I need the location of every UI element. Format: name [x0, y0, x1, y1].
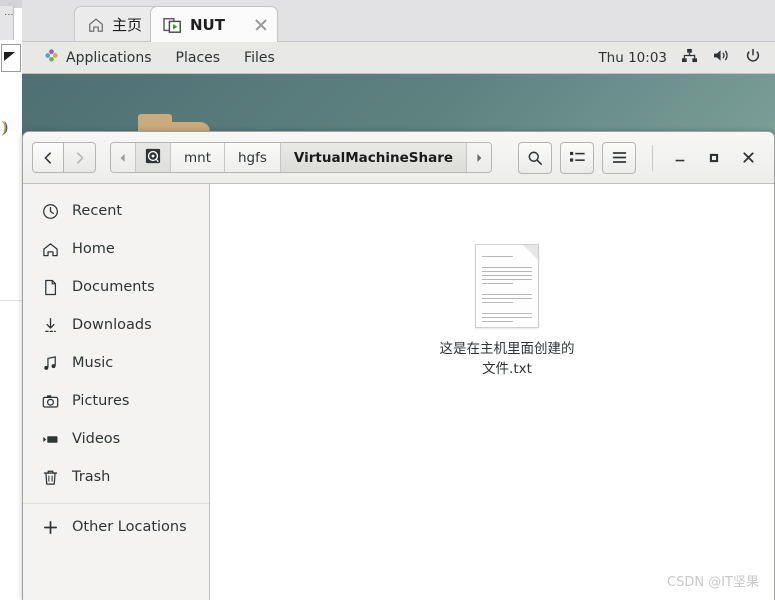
panel-clock[interactable]: Thu 10:03 — [598, 50, 667, 66]
triangle-right-icon — [477, 153, 482, 162]
trash-icon — [41, 468, 59, 486]
background-window-sliver[interactable]: ⋮ ) ) — [0, 0, 22, 600]
file-item[interactable]: 这是在主机里面创建的文件.txt — [437, 244, 577, 379]
panel-menu-places[interactable]: Places — [164, 47, 233, 69]
breadcrumb: mnt hgfs VirtualMachineShare — [110, 142, 493, 173]
sliver-dots-icon: ⋮ — [3, 10, 13, 19]
video-icon — [41, 430, 59, 448]
watermark: CSDN @IT坚果 — [667, 575, 759, 590]
search-icon — [528, 151, 543, 165]
panel-menu-places-label: Places — [175, 49, 221, 66]
panel-menu-applications-label: Applications — [66, 49, 152, 66]
sidebar-item-other-locations-label: Other Locations — [72, 519, 187, 535]
gnome-top-panel: Applications Places Files Thu 10:03 — [22, 42, 775, 74]
navigation-buttons — [32, 142, 96, 173]
hamburger-menu-icon — [612, 152, 626, 163]
browser-tab-strip: 主页 NUT — [22, 0, 775, 42]
close-icon — [742, 152, 754, 163]
breadcrumb-item-hgfs[interactable]: hgfs — [225, 143, 281, 172]
browser-tab-nut-label: NUT — [190, 15, 225, 34]
sidebar-item-recent-label: Recent — [72, 203, 123, 219]
sidebar: Recent Home Documents Downloads Music Pi… — [23, 184, 210, 600]
close-button[interactable] — [731, 142, 765, 174]
screen: ⋮ ) ) 主页 NUT Applications Places Files T… — [0, 0, 775, 600]
download-icon — [41, 316, 59, 334]
chevron-left-icon — [44, 151, 51, 164]
sliver-cursor-icon — [4, 52, 15, 61]
breadcrumb-item-root[interactable] — [136, 143, 171, 172]
minimize-icon — [675, 159, 685, 161]
sidebar-item-home[interactable]: Home — [23, 230, 209, 268]
breadcrumb-item-current[interactable]: VirtualMachineShare — [280, 143, 468, 172]
panel-menu-files-label: Files — [244, 49, 275, 66]
file-list-view[interactable]: 这是在主机里面创建的文件.txt — [210, 184, 774, 600]
sliver-divider — [0, 300, 22, 301]
triangle-left-icon — [120, 153, 125, 162]
text-file-icon — [475, 244, 539, 328]
sidebar-item-documents[interactable]: Documents — [23, 268, 209, 306]
drive-harddisk-icon — [145, 148, 161, 168]
sidebar-item-trash[interactable]: Trash — [23, 458, 209, 496]
sidebar-item-documents-label: Documents — [72, 279, 155, 295]
sidebar-item-trash-label: Trash — [72, 469, 111, 485]
document-icon — [41, 278, 59, 296]
sidebar-divider — [23, 503, 209, 504]
breadcrumb-item-hgfs-label: hgfs — [238, 149, 267, 166]
file-manager-window: mnt hgfs VirtualMachineShare Recent Home… — [22, 131, 775, 600]
list-view-icon — [569, 151, 585, 162]
sidebar-item-downloads[interactable]: Downloads — [23, 306, 209, 344]
maximize-icon — [709, 153, 719, 162]
gnome-applications-icon — [44, 48, 59, 67]
sidebar-item-home-label: Home — [72, 241, 115, 257]
file-manager-headerbar: mnt hgfs VirtualMachineShare — [23, 132, 774, 184]
breadcrumb-item-mnt[interactable]: mnt — [171, 143, 225, 172]
chevron-right-icon — [76, 151, 83, 164]
panel-menus: Applications Places Files — [22, 45, 287, 70]
power-icon[interactable] — [745, 48, 761, 68]
sidebar-item-pictures[interactable]: Pictures — [23, 382, 209, 420]
thumbnail-text-lines — [482, 256, 532, 325]
sidebar-item-music[interactable]: Music — [23, 344, 209, 382]
music-note-icon — [41, 354, 59, 372]
file-item-label: 这是在主机里面创建的文件.txt — [439, 341, 575, 377]
sidebar-item-other-locations[interactable]: Other Locations — [23, 508, 209, 546]
headerbar-right-controls — [510, 141, 765, 174]
volume-icon[interactable] — [712, 48, 731, 67]
breadcrumb-scroll-left[interactable] — [111, 143, 136, 172]
headerbar-divider — [652, 144, 653, 171]
network-icon[interactable] — [681, 48, 698, 67]
browser-tab-nut[interactable]: NUT — [150, 6, 278, 42]
home-icon — [41, 240, 59, 258]
close-icon[interactable] — [253, 17, 269, 33]
breadcrumb-item-current-label: VirtualMachineShare — [293, 149, 454, 166]
panel-status-area: Thu 10:03 — [598, 48, 775, 68]
camera-icon — [41, 392, 59, 410]
clock-icon — [41, 202, 59, 220]
sidebar-item-recent[interactable]: Recent — [23, 192, 209, 230]
back-button[interactable] — [32, 142, 64, 173]
home-icon — [87, 16, 105, 34]
browser-tab-home-label: 主页 — [112, 16, 143, 34]
minimize-button[interactable] — [663, 142, 697, 174]
breadcrumb-item-mnt-label: mnt — [184, 149, 211, 166]
sidebar-item-videos-label: Videos — [72, 431, 121, 447]
file-manager-body: Recent Home Documents Downloads Music Pi… — [23, 184, 774, 600]
view-toggle-button[interactable] — [560, 141, 594, 174]
forward-button[interactable] — [64, 142, 96, 173]
sliver-paren-glyph-2: ) — [3, 120, 9, 136]
search-button[interactable] — [518, 141, 552, 174]
sidebar-item-music-label: Music — [72, 355, 114, 371]
panel-menu-applications[interactable]: Applications — [32, 45, 164, 70]
app-window-play-icon — [163, 16, 183, 34]
maximize-button[interactable] — [697, 142, 731, 174]
sidebar-item-videos[interactable]: Videos — [23, 420, 209, 458]
sidebar-item-downloads-label: Downloads — [72, 317, 152, 333]
sidebar-item-pictures-label: Pictures — [72, 393, 130, 409]
menu-button[interactable] — [602, 141, 636, 174]
breadcrumb-scroll-right[interactable] — [467, 143, 492, 172]
panel-menu-files[interactable]: Files — [232, 47, 287, 69]
plus-icon — [41, 518, 59, 536]
